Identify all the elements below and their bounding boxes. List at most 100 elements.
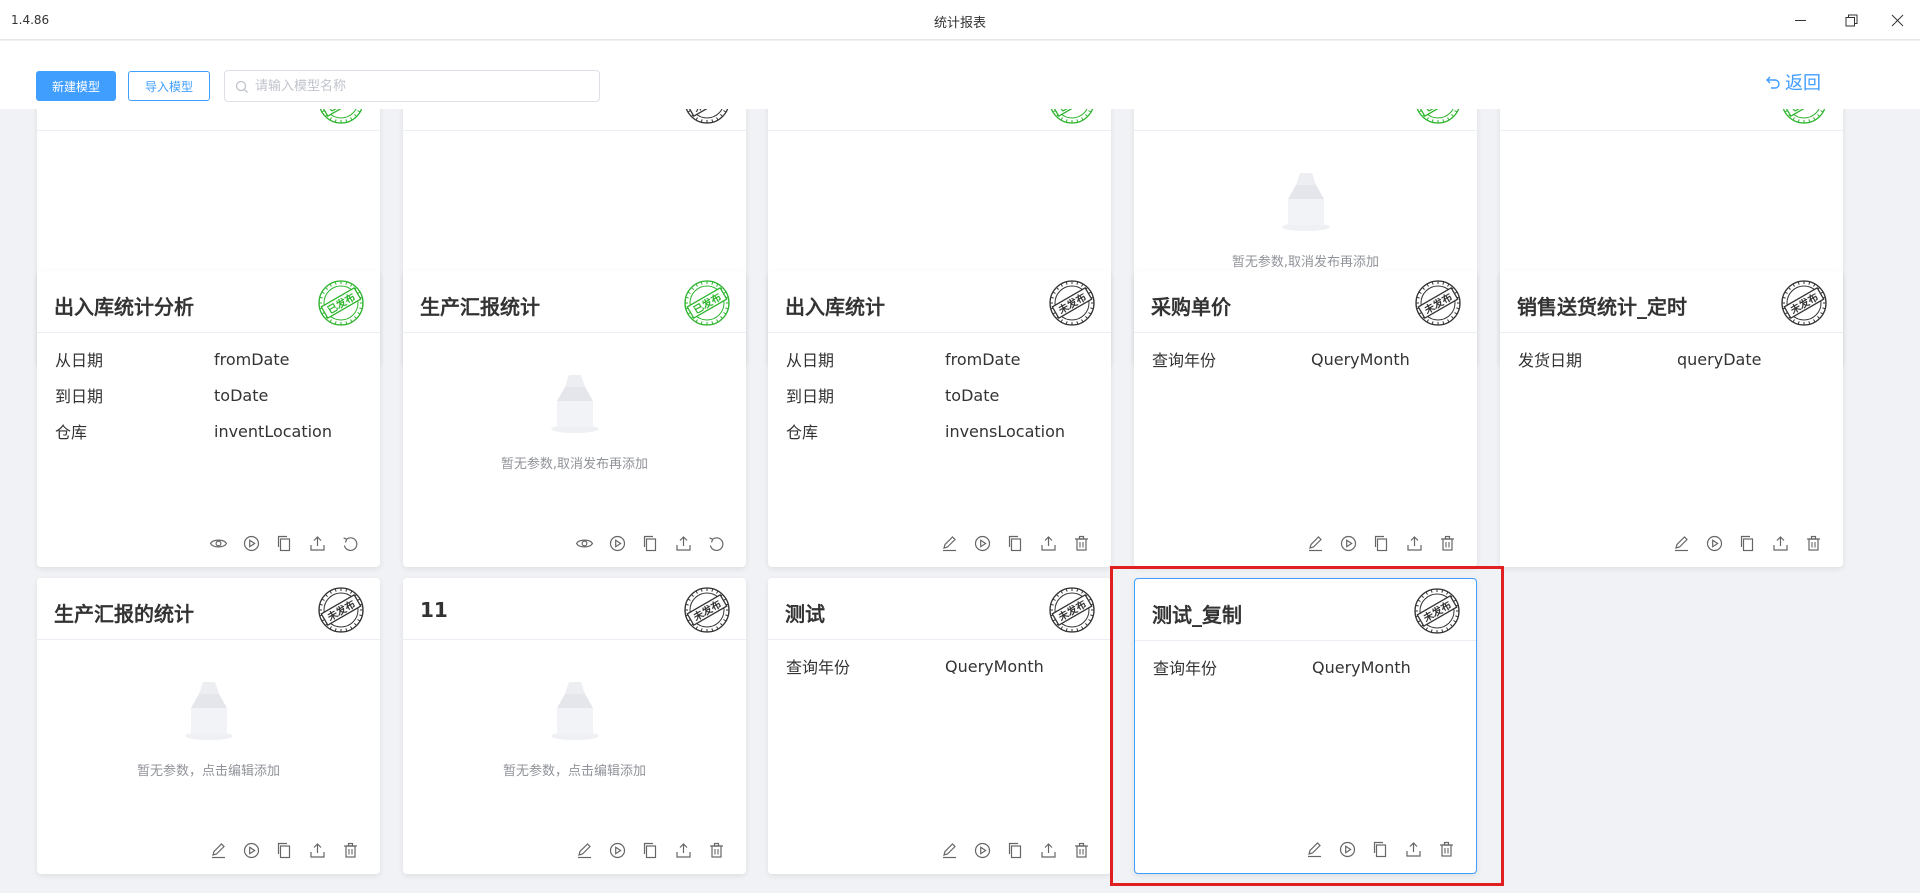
search-box [224,70,600,102]
export-icon [1041,536,1056,551]
run-button[interactable] [1705,534,1724,553]
edit-button[interactable] [1672,534,1691,553]
copy-button[interactable] [641,841,660,860]
run-button[interactable] [242,534,261,553]
status-stamp: 已发布 [1049,109,1095,124]
export-button[interactable] [674,841,693,860]
copy-button[interactable] [641,534,660,553]
edit-button[interactable] [940,534,959,553]
edit-button[interactable] [1306,534,1325,553]
status-stamp: 已发布 [684,280,730,326]
model-card[interactable]: 销售送货统计_定时 未发布 发货日期 queryDate [1500,271,1843,567]
card-header: 销售送货统计_定时 未发布 [1500,271,1843,333]
run-button[interactable] [1338,840,1357,859]
edit-button[interactable] [575,841,594,860]
copy-button[interactable] [1006,841,1025,860]
status-stamp: 未发布 [1414,588,1460,634]
param-key: fromDate [214,349,290,369]
run-button[interactable] [1339,534,1358,553]
export-button[interactable] [308,534,327,553]
delete-button[interactable] [1072,534,1091,553]
copy-button[interactable] [1006,534,1025,553]
restore-icon [1845,14,1857,26]
close-button[interactable] [1874,0,1920,40]
view-button[interactable] [209,534,228,553]
card-actions [209,841,360,860]
unpublish-button[interactable] [707,534,726,553]
restore-button[interactable] [1828,0,1874,40]
copy-button[interactable] [1371,840,1390,859]
card-title: 测试_复制 [1152,603,1242,627]
delete-button[interactable] [1072,841,1091,860]
export-button[interactable] [1405,534,1424,553]
import-model-button[interactable]: 导入模型 [128,71,210,101]
back-icon [1766,76,1780,89]
param-key: toDate [214,385,269,405]
trash-icon [1075,842,1088,858]
view-button[interactable] [575,534,594,553]
copy-button[interactable] [275,534,294,553]
play-icon [1706,535,1723,552]
copy-button[interactable] [275,841,294,860]
export-icon [1773,536,1788,551]
copy-icon [1008,842,1022,859]
edit-button[interactable] [1305,840,1324,859]
param-row: 到日期 toDate [55,377,370,413]
run-button[interactable] [973,534,992,553]
window-title: 统计报表 [933,16,986,31]
edit-button[interactable] [940,841,959,860]
pencil-icon [212,843,225,859]
model-card[interactable]: 测试_复制 未发布 查询年份 QueryMonth [1134,578,1477,874]
back-link[interactable]: 返回 [1765,69,1821,95]
card-header: 出入库统计 未发布 [768,271,1111,333]
model-card[interactable]: 生产汇报的统计 未发布 暂无参数，点击编辑添加 [37,578,380,874]
export-button[interactable] [1039,534,1058,553]
model-card[interactable]: 生产汇报统计 已发布 暂无参数,取消发布再添加 [403,271,746,567]
card-actions [940,841,1091,860]
delete-button[interactable] [1437,840,1456,859]
card-header: 已发布 [37,109,380,131]
run-button[interactable] [608,534,627,553]
unpublish-button[interactable] [341,534,360,553]
status-stamp: 未发布 [684,587,730,633]
status-stamp: 已发布 [318,109,364,124]
search-icon [235,80,248,93]
model-card[interactable]: 出入库统计分析 已发布 从日期 fromDate 到日期 toDate 仓库 inventLo… [37,271,380,567]
export-button[interactable] [1404,840,1423,859]
run-button[interactable] [608,841,627,860]
delete-button[interactable] [1804,534,1823,553]
export-button[interactable] [674,534,693,553]
status-stamp: 未发布 [684,109,730,124]
export-button[interactable] [1039,841,1058,860]
delete-button[interactable] [707,841,726,860]
card-header: 11 未发布 [403,578,746,640]
delete-button[interactable] [1438,534,1457,553]
export-button[interactable] [308,841,327,860]
run-button[interactable] [973,841,992,860]
empty-box-icon [541,682,609,748]
model-card[interactable]: 采购单价 未发布 查询年份 QueryMonth [1134,271,1477,567]
card-actions [940,534,1091,553]
new-model-button[interactable]: 新建模型 [36,71,116,101]
card-title: 销售送货统计_定时 [1517,295,1687,319]
minimize-button[interactable] [1777,0,1823,40]
param-key: inventLocation [214,421,332,441]
param-row: 查询年份 QueryMonth [786,648,1101,684]
empty-box-icon [175,682,243,748]
copy-button[interactable] [1372,534,1391,553]
eye-icon [575,539,594,548]
run-button[interactable] [242,841,261,860]
empty-state: 暂无参数,取消发布再添加 [1134,167,1477,270]
copy-button[interactable] [1738,534,1757,553]
param-key: toDate [945,385,1000,405]
card-actions [1306,534,1457,553]
model-card[interactable]: 11 未发布 暂无参数，点击编辑添加 [403,578,746,874]
edit-button[interactable] [209,841,228,860]
export-button[interactable] [1771,534,1790,553]
model-card[interactable]: 测试 未发布 查询年份 QueryMonth [768,578,1111,874]
delete-button[interactable] [341,841,360,860]
search-input[interactable] [255,71,585,101]
param-label: 仓库 [55,423,88,442]
card-header: 测试_复制 未发布 [1135,579,1476,641]
model-card[interactable]: 出入库统计 未发布 从日期 fromDate 到日期 toDate 仓库 invensLoca… [768,271,1111,567]
